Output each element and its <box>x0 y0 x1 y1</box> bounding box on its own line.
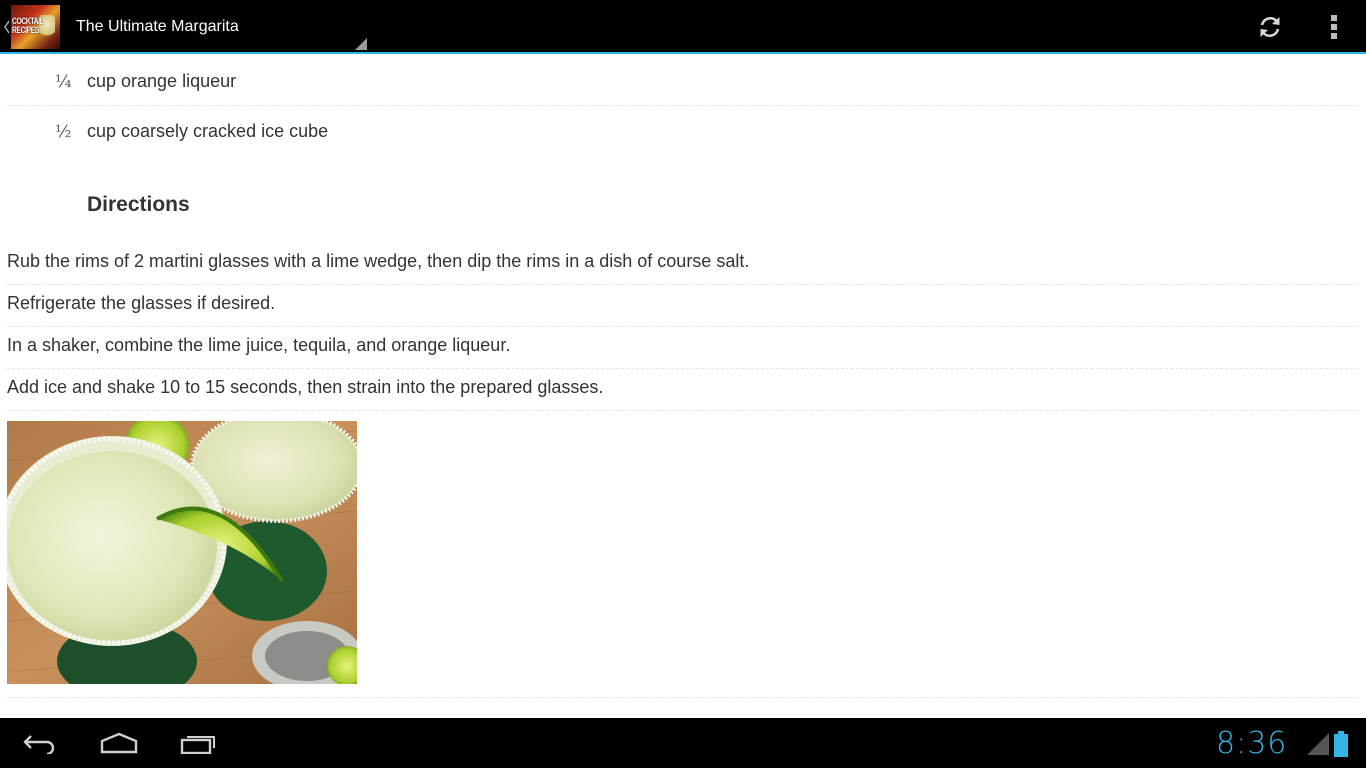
direction-step-text: Refrigerate the glasses if desired. <box>7 293 276 313</box>
recipe-content[interactable]: ¼ cup orange liqueur ½ cup coarsely crac… <box>0 56 1366 718</box>
system-navigation-bar: 8:36 <box>0 718 1366 768</box>
direction-step-text: Rub the rims of 2 martini glasses with a… <box>7 251 750 271</box>
ingredient-quantity: ½ <box>55 122 72 142</box>
divider <box>7 697 1358 698</box>
ingredient-row: ¼ cup orange liqueur <box>7 56 1358 106</box>
ingredient-row: ½ cup coarsely cracked ice cube <box>7 106 1358 156</box>
spinner-indicator-icon[interactable] <box>355 38 367 50</box>
home-icon <box>100 732 138 754</box>
page-title[interactable]: The Ultimate Margarita <box>76 18 239 36</box>
direction-step: In a shaker, combine the lime juice, teq… <box>7 327 1358 369</box>
direction-step-text: In a shaker, combine the lime juice, teq… <box>7 335 511 355</box>
status-clock: 8:36 <box>1216 726 1288 761</box>
home-button[interactable] <box>98 728 140 758</box>
signal-icon <box>1307 733 1329 755</box>
ingredient-text: cup coarsely cracked ice cube <box>87 121 329 141</box>
direction-step: Refrigerate the glasses if desired. <box>7 285 1358 327</box>
directions-heading: Directions <box>87 193 190 216</box>
refresh-icon <box>1260 16 1280 38</box>
up-caret-icon[interactable] <box>3 19 11 35</box>
direction-step-text: Add ice and shake 10 to 15 seconds, then… <box>7 377 604 397</box>
direction-step: Rub the rims of 2 martini glasses with a… <box>7 243 1358 285</box>
back-icon <box>23 735 55 754</box>
app-icon-text: COCKTAIL RECIPES <box>12 16 44 35</box>
back-button[interactable] <box>18 728 60 758</box>
app-icon[interactable]: COCKTAIL RECIPES <box>11 5 60 49</box>
ingredient-quantity: ¼ <box>55 72 72 92</box>
recent-apps-icon <box>180 736 215 754</box>
refresh-button[interactable] <box>1250 7 1290 47</box>
ingredient-text: cup orange liqueur <box>87 71 237 91</box>
margarita-photo <box>7 421 357 684</box>
direction-step: Add ice and shake 10 to 15 seconds, then… <box>7 369 1358 411</box>
action-bar: COCKTAIL RECIPES The Ultimate Margarita <box>0 0 1366 54</box>
battery-icon <box>1334 731 1348 757</box>
recent-apps-button[interactable] <box>178 728 220 758</box>
overflow-menu-button[interactable] <box>1318 7 1350 47</box>
overflow-menu-icon <box>1331 15 1337 39</box>
